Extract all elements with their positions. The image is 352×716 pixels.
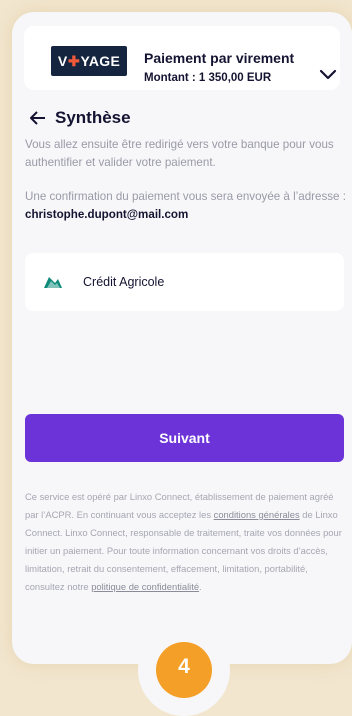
next-button[interactable]: Suivant: [25, 414, 344, 462]
legal-text-3: .: [199, 581, 202, 592]
confirmation-email: christophe.dupont@mail.com: [25, 208, 189, 221]
arrow-left-icon: [30, 111, 45, 125]
privacy-link[interactable]: politique de confidentialité: [91, 581, 199, 592]
terms-link[interactable]: conditions générales: [214, 509, 300, 520]
legal-text-2: de Linxo Connect. Linxo Connect, respons…: [25, 509, 342, 592]
payment-header[interactable]: V ✚ YAGE Paiement par virement Montant :…: [24, 26, 340, 90]
legal-notice: Ce service est opéré par Linxo Connect, …: [25, 488, 347, 596]
logo-text-end: YAGE: [80, 53, 121, 69]
voyage-logo: V ✚ YAGE: [51, 46, 127, 76]
step-indicator: 4: [156, 642, 212, 698]
back-button[interactable]: Synthèse: [29, 108, 131, 128]
confirmation-info-text: Une confirmation du paiement vous sera e…: [25, 188, 347, 224]
logo-plus-icon: ✚: [68, 52, 81, 69]
redirect-info-text: Vous allez ensuite être redirigé vers vo…: [25, 138, 334, 169]
payment-method-title: Paiement par virement: [144, 50, 295, 66]
selected-bank[interactable]: Crédit Agricole: [25, 253, 344, 311]
payment-amount: Montant : 1 350,00 EUR: [144, 72, 272, 84]
page-title: Synthèse: [55, 108, 131, 127]
confirmation-text: Une confirmation du paiement vous sera e…: [25, 190, 346, 203]
credit-agricole-logo-icon: [44, 277, 62, 288]
bank-name: Crédit Agricole: [83, 275, 165, 289]
logo-text-start: V: [57, 53, 68, 69]
chevron-down-icon[interactable]: [318, 68, 338, 82]
